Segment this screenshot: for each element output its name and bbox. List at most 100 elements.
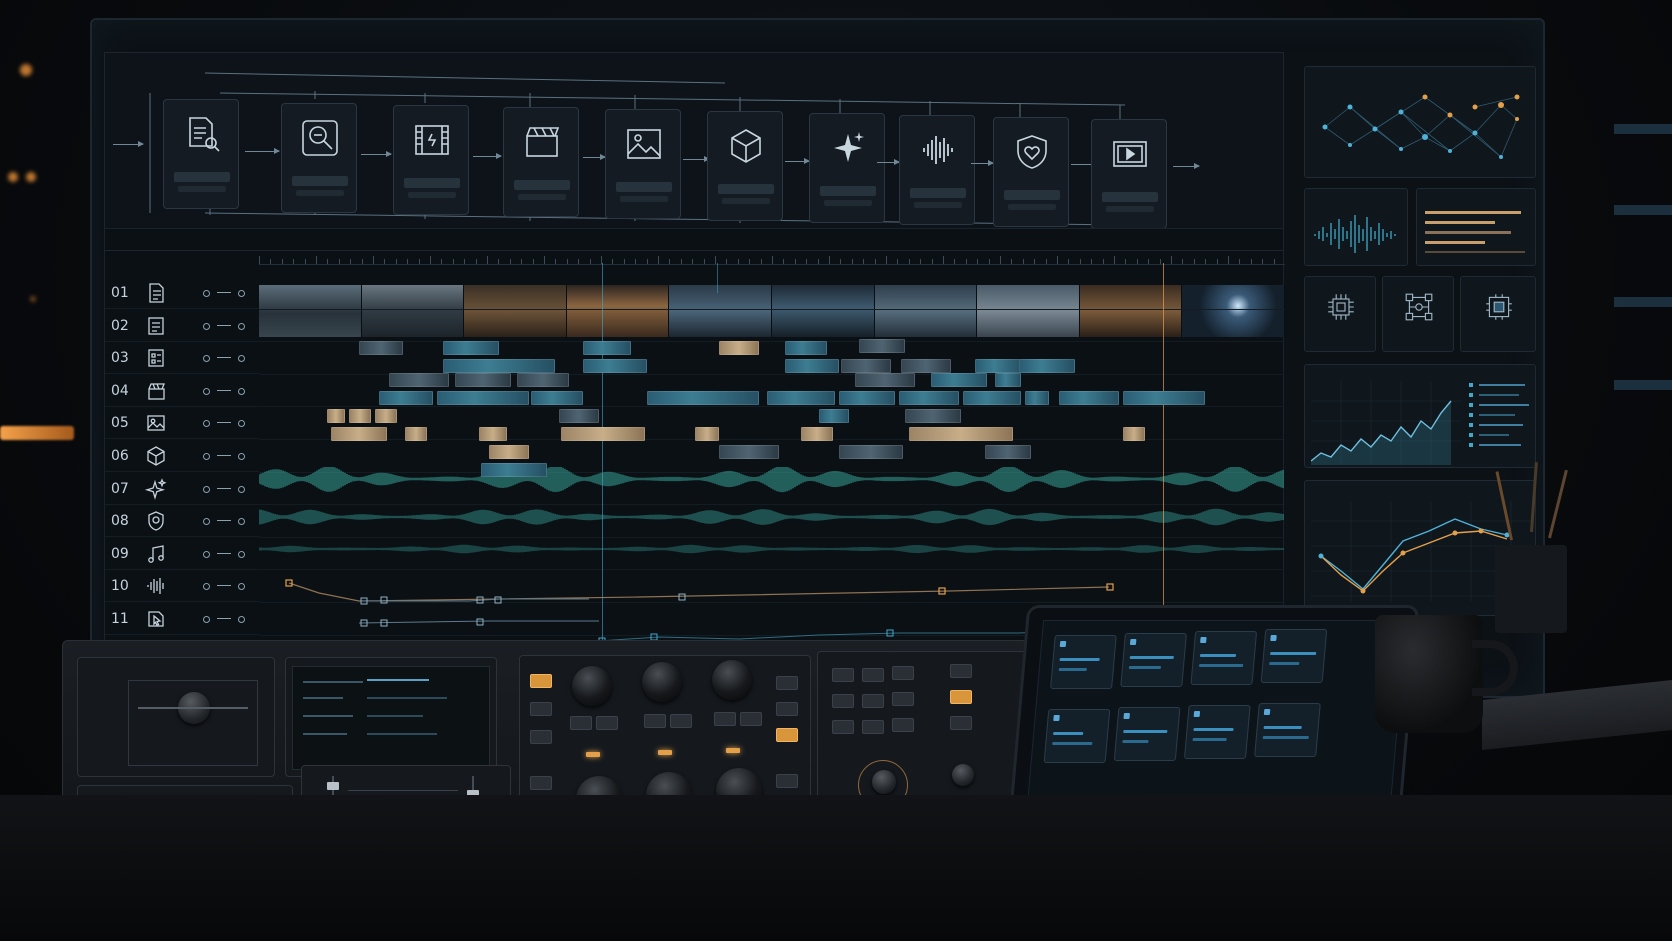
pipeline-node-research[interactable]: [281, 103, 357, 213]
nav-key[interactable]: [530, 776, 552, 790]
timeline-clip[interactable]: [379, 391, 433, 405]
transport-key[interactable]: [530, 730, 552, 744]
keypad-key[interactable]: [596, 716, 618, 730]
keypad-key[interactable]: [670, 714, 692, 728]
encoder-knob[interactable]: [572, 666, 612, 706]
pipeline-node-effects[interactable]: [809, 113, 885, 223]
macro-key[interactable]: [950, 690, 972, 704]
track-header[interactable]: 08: [105, 505, 259, 538]
function-key[interactable]: [776, 676, 798, 690]
keypad-key[interactable]: [714, 712, 736, 726]
timeline-clip[interactable]: [1025, 391, 1049, 405]
macro-key[interactable]: [950, 664, 972, 678]
track-toggle[interactable]: [203, 290, 245, 297]
track-header[interactable]: 06: [105, 440, 259, 472]
track-toggle[interactable]: [203, 453, 245, 460]
track-header[interactable]: 05: [105, 407, 259, 440]
playhead-marker[interactable]: [602, 263, 603, 659]
pipeline-node-image-generation[interactable]: [605, 109, 681, 219]
tablet-card[interactable]: [1254, 703, 1321, 757]
macro-key[interactable]: [832, 720, 854, 734]
timeline-clip[interactable]: [1123, 391, 1205, 405]
macro-key[interactable]: [892, 718, 914, 732]
timeline-clip[interactable]: [901, 359, 951, 373]
timeline-clip[interactable]: [995, 373, 1021, 387]
track-header[interactable]: 03: [105, 342, 259, 375]
macro-key[interactable]: [892, 666, 914, 680]
track-toggle[interactable]: [203, 485, 245, 493]
encoder-knob[interactable]: [642, 662, 682, 702]
tablet-screen[interactable]: [1026, 620, 1408, 808]
timeline-clip[interactable]: [819, 409, 849, 423]
timeline-clip[interactable]: [859, 339, 905, 353]
track-lane[interactable]: [259, 310, 1285, 343]
macro-key[interactable]: [892, 692, 914, 706]
track-header[interactable]: 09: [105, 538, 259, 570]
timeline-clip[interactable]: [839, 391, 895, 405]
timeline-clip[interactable]: [349, 409, 371, 423]
timeline-clip[interactable]: [583, 341, 631, 355]
timeline-clip[interactable]: [801, 427, 833, 441]
pipeline-node-review[interactable]: [993, 117, 1069, 227]
timeline-clip[interactable]: [855, 373, 915, 387]
transport-key[interactable]: [530, 702, 552, 716]
tablet-card[interactable]: [1183, 705, 1251, 759]
timeline-clip[interactable]: [719, 341, 759, 355]
track-header[interactable]: 07: [105, 473, 259, 505]
timeline-clip[interactable]: [963, 391, 1021, 405]
timeline-clip[interactable]: [583, 359, 647, 373]
track-header[interactable]: 01: [105, 277, 259, 309]
timeline-clip[interactable]: [455, 373, 511, 387]
timeline-clip[interactable]: [1019, 359, 1075, 373]
track-toggle[interactable]: [203, 518, 245, 526]
track-toggle[interactable]: [203, 420, 245, 428]
macro-key[interactable]: [950, 716, 972, 730]
pipeline-node-scenes[interactable]: [503, 107, 579, 217]
macro-key[interactable]: [832, 668, 854, 682]
timeline-clip[interactable]: [931, 373, 987, 387]
track-header[interactable]: 10: [105, 570, 259, 603]
function-key[interactable]: [776, 702, 798, 716]
timeline-clip[interactable]: [359, 341, 403, 355]
timeline-clip[interactable]: [331, 427, 387, 441]
timeline-clip[interactable]: [841, 359, 891, 373]
track-toggle[interactable]: [203, 355, 245, 363]
timeline-clip[interactable]: [489, 445, 529, 459]
jog-wheel[interactable]: [872, 770, 896, 794]
keypad-key[interactable]: [644, 714, 666, 728]
function-key[interactable]: [776, 728, 798, 742]
timeline-clip[interactable]: [443, 359, 555, 373]
track-toggle[interactable]: [203, 616, 245, 623]
audio-waveforms[interactable]: [259, 467, 1285, 577]
track-header[interactable]: 02: [105, 310, 259, 342]
pipeline-node-storyboard[interactable]: [393, 105, 469, 215]
timeline-clip[interactable]: [975, 359, 1023, 373]
timeline-clip[interactable]: [719, 445, 779, 459]
macro-key[interactable]: [862, 694, 884, 708]
timeline-clip[interactable]: [1123, 427, 1145, 441]
timeline-clip[interactable]: [531, 391, 583, 405]
timeline-clip[interactable]: [443, 341, 499, 355]
track-toggle[interactable]: [203, 322, 245, 330]
pipeline-node-audio[interactable]: [899, 115, 975, 225]
encoder-knob[interactable]: [712, 660, 752, 700]
tablet-card[interactable]: [1260, 629, 1328, 683]
track-header[interactable]: 11: [105, 603, 259, 635]
tablet-card[interactable]: [1120, 633, 1187, 687]
in-point-marker[interactable]: [717, 263, 718, 293]
track-toggle[interactable]: [203, 550, 245, 558]
nav-key[interactable]: [776, 774, 798, 788]
out-point-marker[interactable]: [1163, 263, 1164, 659]
timeline-clip[interactable]: [375, 409, 397, 423]
track-header[interactable]: 04: [105, 375, 259, 407]
timeline-clip[interactable]: [785, 341, 827, 355]
transport-key[interactable]: [530, 674, 552, 688]
timeline-clip[interactable]: [767, 391, 835, 405]
timeline-ruler[interactable]: [259, 251, 1285, 265]
tablet-card[interactable]: [1043, 709, 1111, 763]
timeline-clip[interactable]: [899, 391, 959, 405]
track-toggle[interactable]: [203, 583, 245, 591]
tablet-card[interactable]: [1190, 631, 1258, 685]
timeline-clip[interactable]: [389, 373, 449, 387]
track-lane[interactable]: [259, 277, 1285, 310]
